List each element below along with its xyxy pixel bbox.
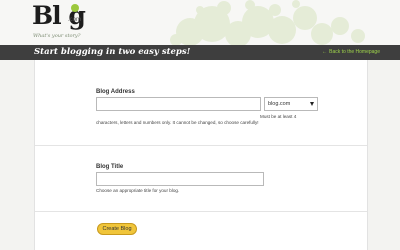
create-blog-button[interactable]: Create Blog	[97, 223, 137, 235]
section-divider	[35, 145, 367, 146]
blog-title-hint: Choose an appropriate title for your blo…	[96, 188, 180, 193]
section-divider	[35, 211, 367, 212]
blog-title-input[interactable]	[96, 172, 264, 186]
blog-address-hint: characters, letters and numbers only. It…	[96, 120, 259, 125]
blog-address-label: Blog Address	[96, 89, 135, 95]
chevron-down-icon	[310, 102, 314, 106]
blog-title-label: Blog Title	[96, 164, 124, 170]
back-link-label: Back to the Homepage	[329, 49, 380, 55]
arrow-left-icon: ←	[322, 49, 328, 55]
signup-form: Blog Address blog.com Must be at least 4…	[34, 60, 368, 250]
logo-tagline: What's your story?	[33, 33, 81, 39]
site-header: Bl g .com What's your story?	[0, 0, 400, 45]
page-title: Start blogging in two easy steps!	[34, 47, 191, 57]
back-to-homepage-link[interactable]: ← Back to the Homepage	[322, 48, 380, 57]
domain-select-value: blog.com	[268, 101, 291, 107]
blog-address-hint-right: Must be at least 4	[260, 114, 297, 119]
domain-select[interactable]: blog.com	[264, 97, 318, 111]
logo-green-dot	[71, 4, 79, 12]
logo-domain: .com	[68, 17, 82, 23]
blog-address-input[interactable]	[96, 97, 261, 111]
page-banner: Start blogging in two easy steps! ← Back …	[0, 45, 400, 60]
site-logo[interactable]: Bl g .com What's your story?	[32, 2, 112, 42]
